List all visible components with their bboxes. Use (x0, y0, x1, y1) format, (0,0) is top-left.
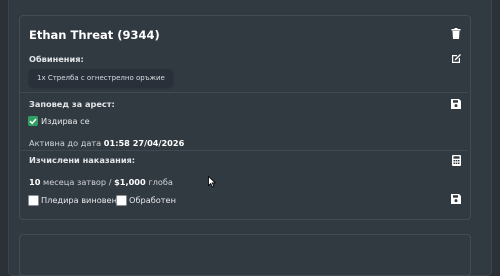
calculator-icon[interactable] (452, 155, 463, 166)
plead-guilty-label: Пледира виновен (41, 195, 117, 205)
processed-label: Обработен (129, 195, 176, 205)
active-prefix: Активна до дата (29, 138, 102, 148)
warrant-active-until: Активна до дата 01:58 27/04/2026 (29, 138, 184, 148)
penalty-fine-text: глоба (148, 177, 173, 187)
warrant-label: Заповед за арест: (29, 99, 115, 109)
charges-label: Обвинения: (29, 54, 84, 64)
person-name: Ethan Threat (9344) (29, 28, 160, 42)
edit-icon[interactable] (451, 53, 462, 64)
active-until-value: 01:58 27/04/2026 (103, 138, 185, 148)
penalty-months: 10 (29, 177, 41, 187)
wanted-checkbox[interactable] (28, 116, 38, 126)
penalty-fine: $1,000 (114, 177, 146, 187)
save-icon[interactable] (451, 194, 462, 205)
penalty-months-text: месеца затвор / (43, 177, 112, 187)
save-icon[interactable] (451, 99, 462, 110)
processed-checkbox[interactable] (116, 195, 127, 206)
mouse-cursor-icon (208, 173, 217, 192)
trash-icon[interactable] (451, 28, 462, 39)
divider (20, 150, 468, 151)
divider (20, 92, 468, 93)
wanted-label: Издирва се (41, 116, 90, 126)
charge-chip: 1x Стрелба с огнестрелно оръжие (29, 69, 173, 87)
plead-guilty-checkbox[interactable] (28, 195, 39, 206)
penalties-label: Изчислени наказания: (29, 155, 136, 165)
penalty-summary: 10 месеца затвор / $1,000 глоба (29, 177, 173, 187)
next-citation-card (19, 234, 471, 276)
